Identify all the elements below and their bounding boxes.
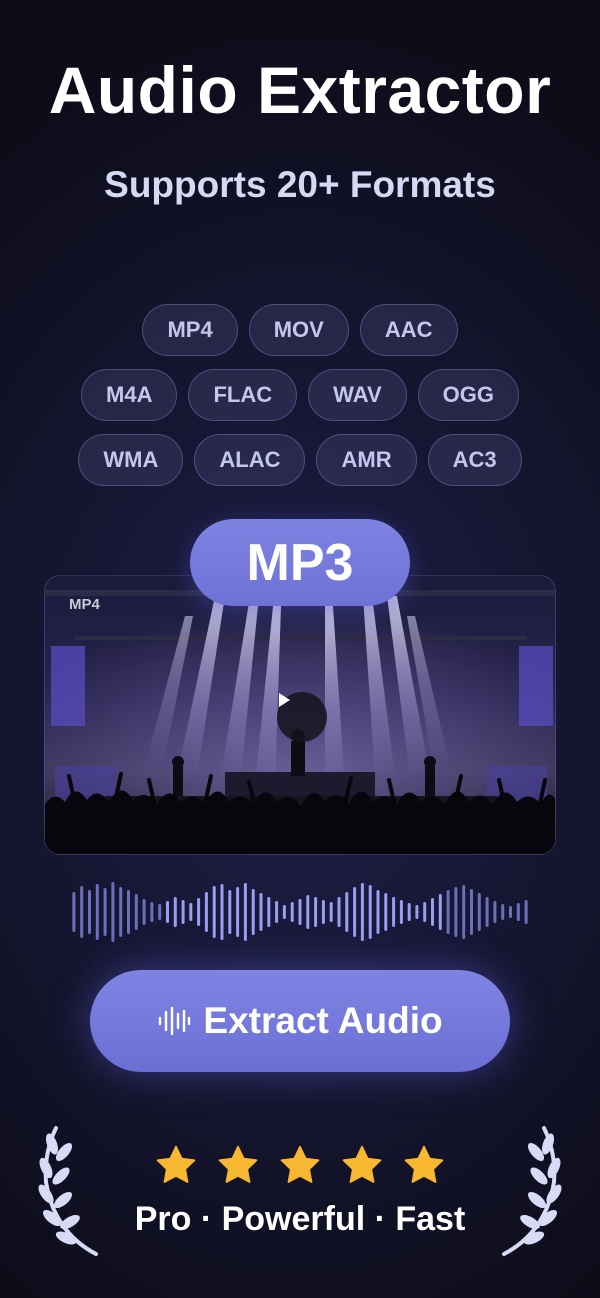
waveform-bar [446,890,450,934]
waveform-bar [321,900,325,924]
format-row: WMA ALAC AMR AC3 [0,434,600,486]
format-chip-m4a[interactable]: M4A [81,369,178,421]
waveform-bar [72,892,76,932]
star-icon [156,1145,196,1183]
app-title: Audio Extractor [48,53,552,127]
waveform-bar [189,903,193,921]
star-icon [280,1145,320,1183]
waveform-bar [103,888,107,936]
waveform-bar [212,886,216,938]
waveform-bar [462,885,466,939]
extract-audio-button[interactable]: Extract Audio [90,970,510,1072]
waveform-bar [423,902,427,922]
waveform-bar [275,901,279,923]
format-row: M4A FLAC WAV OGG [0,369,600,421]
format-chip-amr[interactable]: AMR [316,434,417,486]
waveform-bar [345,892,349,932]
play-icon [279,693,290,707]
waveform-bar [243,883,247,941]
waveform-bar [306,895,310,929]
waveform-bar [197,898,201,926]
waveform-bar [158,904,162,920]
waveform-bar [228,890,232,934]
waveform-bar [204,892,208,932]
waveform-bar [236,887,240,937]
waveform-bar [384,893,388,931]
waveform-bar [501,904,505,920]
format-chip-flac[interactable]: FLAC [188,369,298,421]
waveform-bar [477,893,481,931]
waveform-bar [438,894,442,930]
play-button[interactable] [277,692,327,742]
waveform-bar [454,887,458,937]
format-chip-alac[interactable]: ALAC [194,434,306,486]
waveform-bar [493,901,497,923]
format-chip-wav[interactable]: WAV [308,369,407,421]
format-chip-aac[interactable]: AAC [359,304,458,356]
waveform-bar [329,902,333,922]
rating-stars [0,1144,600,1186]
waveform-bar [353,887,357,937]
format-chip-ogg[interactable]: OGG [417,369,519,421]
waveform-bar [142,899,146,925]
waveform-bar [127,890,130,934]
waveform-bar [282,905,286,919]
waveform-bar [368,885,372,939]
output-format-badge: MP3 [190,519,410,606]
waveform-bar [485,897,489,927]
waveform-bar [173,897,177,927]
format-chip-wma[interactable]: WMA [78,434,184,486]
waveform-bar [314,897,318,927]
star-icon [404,1145,444,1183]
waveform-bar [392,897,396,927]
waveform-bar [111,882,115,942]
app-subtitle: Supports 20+ Formats [104,164,496,205]
waveform-bar [524,900,528,924]
waveform-icon [159,1006,191,1036]
audio-waveform [72,882,528,942]
star-icon [218,1145,258,1183]
waveform-bar [181,900,185,924]
waveform-bar [220,884,224,940]
waveform-bar [376,890,380,934]
waveform-bar [259,893,263,931]
waveform-bar [150,902,154,922]
waveform-bar [360,883,364,941]
waveform-bar [88,890,91,934]
format-chip-mov[interactable]: MOV [248,304,349,356]
waveform-bar [470,889,473,935]
format-chip-mp4[interactable]: MP4 [142,304,238,356]
waveform-bar [298,899,302,925]
waveform-bar [134,894,138,930]
extract-audio-label: Extract Audio [203,1000,443,1041]
waveform-bar [431,898,434,926]
waveform-bar [95,884,99,940]
source-format-tag: MP4 [69,596,100,613]
waveform-bar [166,901,169,923]
video-preview[interactable]: MP4 [44,575,556,855]
waveform-bar [509,906,512,918]
waveform-bar [415,905,419,919]
waveform-bar [251,889,255,935]
star-icon [342,1145,382,1183]
waveform-bar [267,897,271,927]
waveform-bar [337,897,341,927]
format-row: MP4 MOV AAC [0,304,600,356]
waveform-bar [407,903,411,921]
waveform-bar [399,900,403,924]
format-chips: MP4 MOV AAC M4A FLAC WAV OGG WMA ALAC AM… [0,304,600,499]
waveform-bar [80,886,84,938]
waveform-bar [516,903,520,921]
waveform-bar [119,887,123,937]
format-chip-ac3[interactable]: AC3 [427,434,522,486]
waveform-bar [290,902,294,922]
tagline: Pro · Powerful · Fast [134,1200,466,1238]
